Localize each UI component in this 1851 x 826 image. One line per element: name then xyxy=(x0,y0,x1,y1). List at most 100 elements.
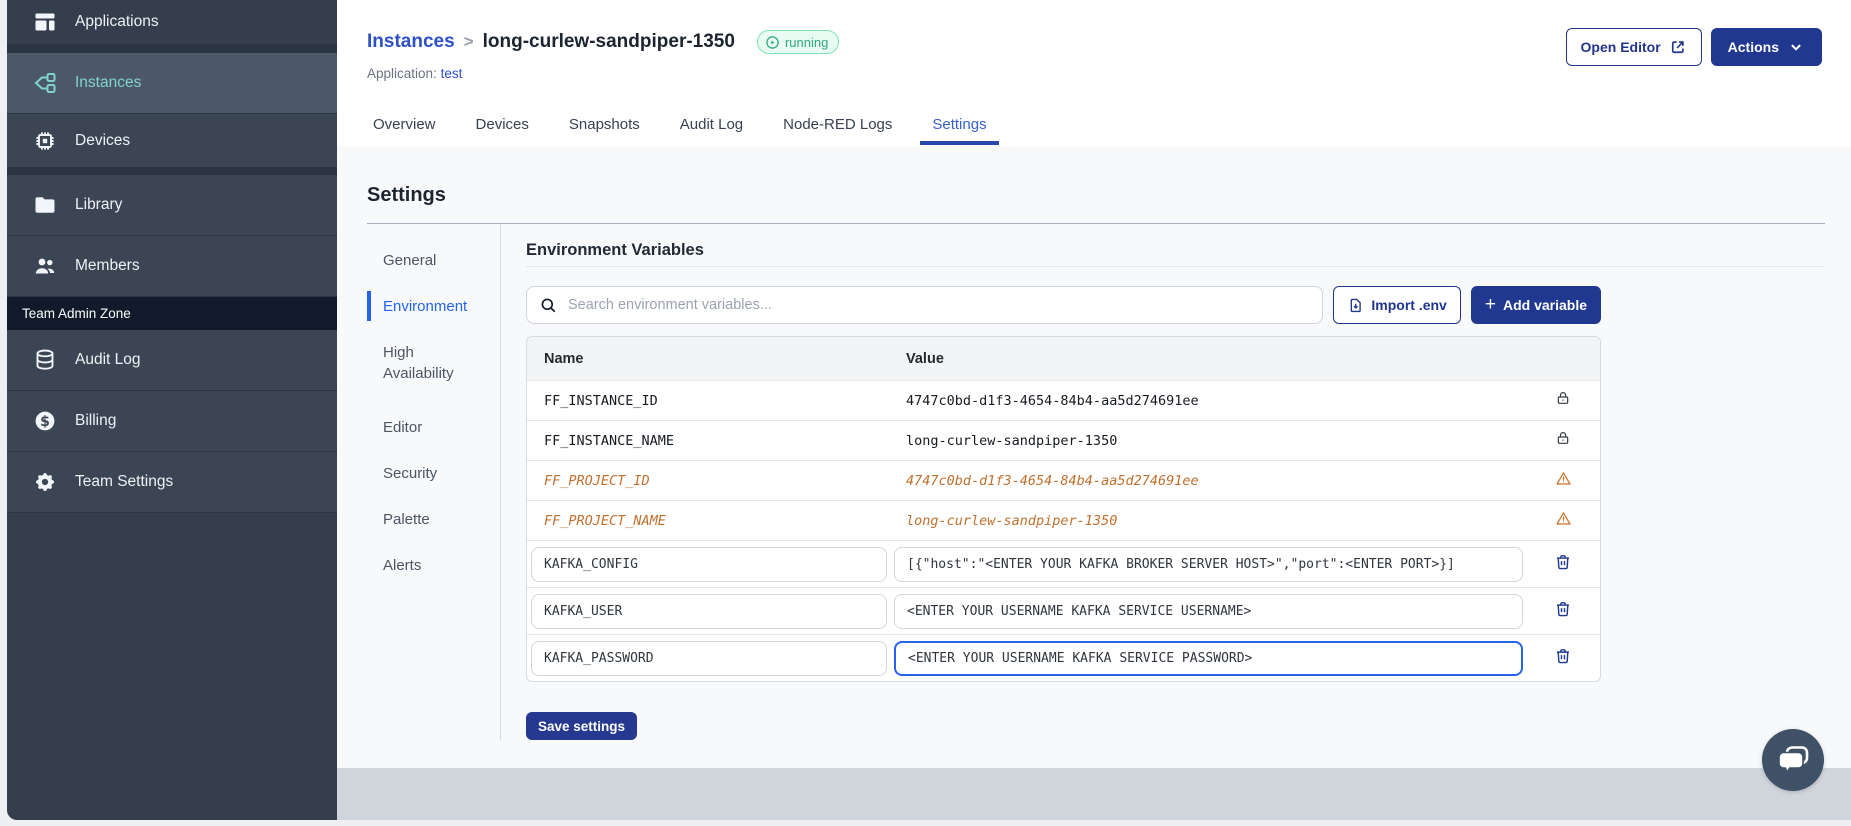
sidebar-item-devices[interactable]: Devices xyxy=(7,114,337,175)
section-title: Environment Variables xyxy=(526,241,704,259)
env-name: FF_PROJECT_NAME xyxy=(544,512,666,529)
open-editor-label: Open Editor xyxy=(1580,39,1661,55)
footer-band xyxy=(337,768,1851,820)
status-badge-label: running xyxy=(784,34,829,50)
page-title: Settings xyxy=(367,184,446,206)
tab-audit-log[interactable]: Audit Log xyxy=(668,116,755,145)
add-variable-button[interactable]: + Add variable xyxy=(1470,286,1601,324)
column-header-value: Value xyxy=(906,350,944,367)
actions-button[interactable]: Actions xyxy=(1710,28,1822,66)
sidebar-item-members[interactable]: Members xyxy=(7,236,337,297)
lock-icon xyxy=(1555,430,1571,451)
env-value-input[interactable] xyxy=(894,546,1523,582)
env-row-ff_instance_name: FF_INSTANCE_NAME long-curlew-sandpiper-13… xyxy=(527,420,1600,460)
audit-log-icon xyxy=(33,348,57,372)
tab-devices[interactable]: Devices xyxy=(464,116,541,145)
env-row-kafka_password xyxy=(527,634,1600,681)
env-row-kafka_user xyxy=(527,587,1600,634)
settings-nav-palette[interactable]: Palette xyxy=(367,496,500,542)
tab-node-red-logs[interactable]: Node-RED Logs xyxy=(771,116,904,145)
instance-header: Instances > long-curlew-sandpiper-1350 r… xyxy=(337,0,1851,146)
instances-icon xyxy=(33,71,57,95)
chat-launcher-button[interactable] xyxy=(1762,729,1824,791)
save-settings-button[interactable]: Save settings xyxy=(526,712,638,740)
sidebar-item-label: Library xyxy=(75,196,123,213)
instance-name: long-curlew-sandpiper-1350 xyxy=(482,31,735,52)
sidebar-item-label: Billing xyxy=(75,412,117,429)
sidebar-item-label: Team Settings xyxy=(75,473,174,490)
env-value: long-curlew-sandpiper-1350 xyxy=(906,432,1118,449)
tab-snapshots[interactable]: Snapshots xyxy=(557,116,652,145)
add-variable-label: Add variable xyxy=(1502,297,1587,313)
env-row-ff_project_id: FF_PROJECT_ID 4747c0bd-d1f3-4654-84b4-aa5… xyxy=(527,460,1600,500)
trash-icon[interactable] xyxy=(1554,647,1572,670)
sidebar-item-instances[interactable]: Instances xyxy=(7,53,337,114)
tab-settings[interactable]: Settings xyxy=(920,116,999,145)
env-value: long-curlew-sandpiper-1350 xyxy=(906,512,1118,529)
breadcrumb-separator: > xyxy=(463,32,474,51)
sidebar-admin-menu: Audit Log $ Billing Team Settings xyxy=(7,330,337,513)
env-row-ff_project_name: FF_PROJECT_NAME long-curlew-sandpiper-135… xyxy=(527,500,1600,540)
search-icon xyxy=(541,298,556,312)
sidebar-item-label: Instances xyxy=(75,74,142,91)
warning-icon xyxy=(1555,510,1572,532)
sidebar-item-library[interactable]: Library xyxy=(7,175,337,236)
devices-icon xyxy=(33,129,57,153)
env-search xyxy=(526,286,1324,324)
sidebar-item-applications[interactable]: Applications xyxy=(7,0,337,53)
sidebar-item-audit-log[interactable]: Audit Log xyxy=(7,330,337,391)
svg-text:$: $ xyxy=(40,414,50,430)
settings-panel: Environment Variables Import .env xyxy=(501,224,1825,740)
main-area: Instances > long-curlew-sandpiper-1350 r… xyxy=(337,0,1851,820)
sidebar-item-team-settings[interactable]: Team Settings xyxy=(7,452,337,513)
import-file-icon xyxy=(1351,298,1362,312)
env-value-input[interactable] xyxy=(894,593,1523,629)
env-name-input[interactable] xyxy=(531,640,887,676)
team-admin-zone-label: Team Admin Zone xyxy=(7,297,337,330)
sidebar-item-label: Audit Log xyxy=(75,351,141,368)
env-value-input[interactable] xyxy=(894,640,1523,676)
sidebar-item-label: Applications xyxy=(75,13,159,30)
settings-nav-alerts[interactable]: Alerts xyxy=(367,542,500,588)
env-value: 4747c0bd-d1f3-4654-84b4-aa5d274691ee xyxy=(906,392,1199,409)
sidebar-menu: Applications Instances Devices Library Membe… xyxy=(7,0,337,297)
application-line: Application: test xyxy=(367,66,462,81)
actions-label: Actions xyxy=(1727,39,1779,55)
status-badge: running xyxy=(756,30,840,54)
env-table: Name Value FF_INSTANCE_ID 4747c0bd-d1f3-4… xyxy=(526,336,1601,682)
open-editor-button[interactable]: Open Editor xyxy=(1565,28,1702,66)
header-buttons: Open Editor Actions xyxy=(1565,28,1822,66)
external-link-icon xyxy=(1671,41,1684,54)
breadcrumb: Instances > long-curlew-sandpiper-1350 r… xyxy=(367,30,840,54)
settings-nav: General Environment High Availability Edito… xyxy=(367,224,501,740)
settings-nav-editor[interactable]: Editor xyxy=(367,404,500,450)
env-value: 4747c0bd-d1f3-4654-84b4-aa5d274691ee xyxy=(906,472,1199,489)
application-label: Application: xyxy=(367,66,437,81)
env-name: FF_INSTANCE_ID xyxy=(544,392,658,409)
sidebar: Applications Instances Devices Library Membe… xyxy=(7,0,337,820)
env-row-ff_instance_id: FF_INSTANCE_ID 4747c0bd-d1f3-4654-84b4-aa… xyxy=(527,380,1600,420)
lock-icon xyxy=(1555,390,1571,411)
sidebar-item-billing[interactable]: $ Billing xyxy=(7,391,337,452)
applications-icon xyxy=(33,10,57,34)
env-row-kafka_config xyxy=(527,540,1600,587)
settings-nav-environment[interactable]: Environment xyxy=(367,283,500,329)
settings-nav-high-availability[interactable]: High Availability xyxy=(367,329,500,396)
trash-icon[interactable] xyxy=(1554,553,1572,576)
settings-nav-general[interactable]: General xyxy=(367,237,500,283)
breadcrumb-instances-link[interactable]: Instances xyxy=(367,31,455,53)
env-name: FF_INSTANCE_NAME xyxy=(544,432,675,449)
billing-icon: $ xyxy=(33,409,57,433)
env-search-input[interactable] xyxy=(568,297,1311,313)
env-name-input[interactable] xyxy=(531,593,887,629)
env-name-input[interactable] xyxy=(531,546,887,582)
tab-overview[interactable]: Overview xyxy=(361,116,448,145)
application-link[interactable]: test xyxy=(441,66,463,81)
section-header: Environment Variables xyxy=(526,224,1825,267)
import-env-button[interactable]: Import .env xyxy=(1333,286,1461,324)
env-table-header: Name Value xyxy=(527,337,1600,380)
trash-icon[interactable] xyxy=(1554,600,1572,623)
settings-nav-security[interactable]: Security xyxy=(367,450,500,496)
warning-icon xyxy=(1555,470,1572,492)
sidebar-item-label: Devices xyxy=(75,131,131,149)
